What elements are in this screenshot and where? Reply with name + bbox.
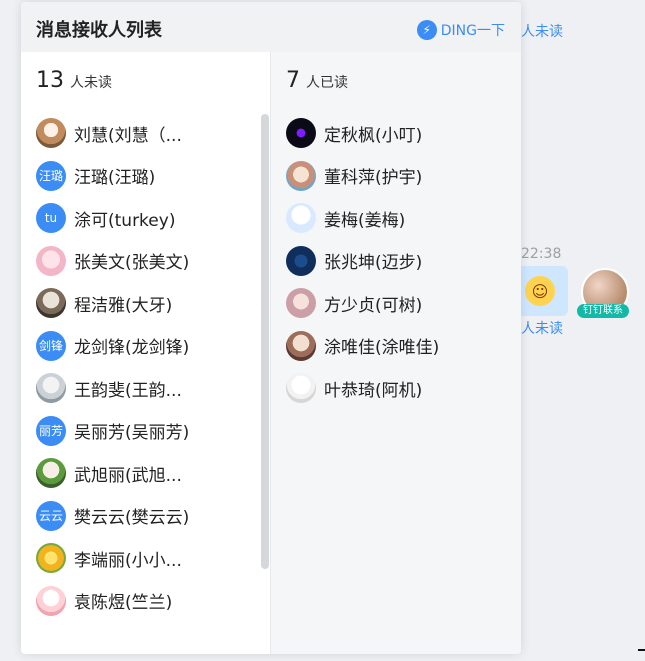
member-name: 王韵斐(王韵... bbox=[74, 380, 182, 401]
list-item[interactable]: 云云 樊云云(樊云云) bbox=[21, 495, 270, 538]
unread-count-header: 13 人未读 bbox=[21, 52, 270, 112]
read-column: 7 人已读 定秋枫(小叮) 董科萍(护宇) 姜梅(姜梅) 张兆坤(迈步) 方少贞… bbox=[271, 52, 521, 654]
member-name: 汪璐(汪璐) bbox=[74, 168, 156, 189]
member-name: 定秋枫(小叮) bbox=[324, 125, 423, 146]
list-item[interactable]: 程洁雅(大牙) bbox=[21, 282, 270, 325]
avatar bbox=[286, 288, 316, 319]
avatar: tu bbox=[36, 203, 66, 234]
avatar bbox=[36, 373, 66, 404]
avatar: 剑锋 bbox=[36, 330, 66, 361]
read-count-header: 7 人已读 bbox=[271, 52, 521, 112]
member-name: 涂唯佳(涂唯佳) bbox=[324, 338, 440, 359]
avatar bbox=[286, 160, 316, 191]
avatar bbox=[286, 203, 316, 234]
list-item[interactable]: 董科萍(护宇) bbox=[271, 155, 521, 198]
avatar bbox=[286, 118, 316, 149]
member-name: 程洁雅(大牙) bbox=[74, 295, 173, 316]
avatar: 丽芳 bbox=[36, 415, 66, 446]
avatar bbox=[36, 288, 66, 319]
member-name: 樊云云(樊云云) bbox=[74, 508, 190, 529]
unread-list: 刘慧(刘慧（... 汪璐 汪璐(汪璐) tu 涂可(turkey) 张美文(张美… bbox=[21, 112, 270, 622]
member-name: 张美文(张美文) bbox=[74, 253, 190, 274]
avatar: 云云 bbox=[36, 500, 66, 531]
list-item[interactable]: 剑锋 龙剑锋(龙剑锋) bbox=[21, 325, 270, 368]
read-count: 7 bbox=[286, 68, 300, 93]
list-item[interactable]: 方少贞(可树) bbox=[271, 282, 521, 325]
member-name: 李端丽(小小... bbox=[74, 550, 182, 571]
list-item[interactable]: 袁陈煜(竺兰) bbox=[21, 580, 270, 623]
member-name: 董科萍(护宇) bbox=[324, 168, 423, 189]
list-item[interactable]: 丽芳 吴丽芳(吴丽芳) bbox=[21, 410, 270, 453]
ding-button[interactable]: ⚡ DING一下 bbox=[416, 20, 505, 40]
unread-column: 13 人未读 刘慧(刘慧（... 汪璐 汪璐(汪璐) tu 涂可(turkey) bbox=[21, 52, 271, 654]
status-badge: 钉钉联系 bbox=[577, 304, 629, 318]
list-item[interactable]: 武旭丽(武旭... bbox=[21, 452, 270, 495]
member-name: 刘慧(刘慧（... bbox=[74, 125, 182, 146]
background-time: 22:38 bbox=[521, 246, 562, 262]
receiver-list-popup: 消息接收人列表 ⚡ DING一下 13 人未读 刘慧(刘慧（... 汪璐 汪璐(… bbox=[21, 2, 521, 654]
avatar bbox=[36, 543, 66, 574]
list-item[interactable]: 涂唯佳(涂唯佳) bbox=[271, 325, 521, 368]
member-name: 叶恭琦(阿机) bbox=[324, 380, 423, 401]
avatar bbox=[286, 373, 316, 404]
list-item[interactable]: 张美文(张美文) bbox=[21, 240, 270, 283]
emoji-icon: ☺ bbox=[525, 276, 555, 306]
popup-title: 消息接收人列表 bbox=[36, 20, 162, 41]
avatar bbox=[36, 458, 66, 489]
avatar bbox=[36, 118, 66, 149]
receiver-columns: 13 人未读 刘慧(刘慧（... 汪璐 汪璐(汪璐) tu 涂可(turkey) bbox=[21, 52, 521, 654]
member-name: 武旭丽(武旭... bbox=[74, 465, 182, 486]
member-name: 涂可(turkey) bbox=[74, 210, 176, 231]
member-name: 袁陈煜(竺兰) bbox=[74, 593, 173, 614]
background-unread-label: 人未读 bbox=[521, 321, 563, 337]
list-item[interactable]: 王韵斐(王韵... bbox=[21, 367, 270, 410]
popup-header: 消息接收人列表 ⚡ DING一下 bbox=[21, 2, 521, 52]
list-item[interactable]: 定秋枫(小叮) bbox=[271, 112, 521, 155]
member-name: 方少贞(可树) bbox=[324, 295, 423, 316]
unread-label: 人未读 bbox=[70, 75, 112, 91]
member-name: 张兆坤(迈步) bbox=[324, 253, 423, 274]
list-item[interactable]: 汪璐 汪璐(汪璐) bbox=[21, 155, 270, 198]
member-name: 龙剑锋(龙剑锋) bbox=[74, 338, 190, 359]
member-name: 吴丽芳(吴丽芳) bbox=[74, 423, 190, 444]
list-item[interactable]: 李端丽(小小... bbox=[21, 537, 270, 580]
background-unread-label: 人未读 bbox=[521, 24, 563, 40]
ding-label: DING一下 bbox=[440, 23, 505, 39]
lightning-icon: ⚡ bbox=[416, 20, 437, 40]
avatar: 汪璐 bbox=[36, 160, 66, 191]
avatar bbox=[286, 245, 316, 276]
unread-count: 13 bbox=[36, 68, 64, 93]
avatar bbox=[286, 330, 316, 361]
divider bbox=[638, 649, 645, 651]
list-item[interactable]: tu 涂可(turkey) bbox=[21, 197, 270, 240]
member-name: 姜梅(姜梅) bbox=[324, 210, 406, 231]
list-item[interactable]: 张兆坤(迈步) bbox=[271, 240, 521, 283]
read-label: 人已读 bbox=[306, 75, 348, 91]
unread-scrollbar[interactable] bbox=[261, 114, 269, 569]
list-item[interactable]: 姜梅(姜梅) bbox=[271, 197, 521, 240]
list-item[interactable]: 叶恭琦(阿机) bbox=[271, 367, 521, 410]
avatar bbox=[36, 245, 66, 276]
list-item[interactable]: 刘慧(刘慧（... bbox=[21, 112, 270, 155]
read-list: 定秋枫(小叮) 董科萍(护宇) 姜梅(姜梅) 张兆坤(迈步) 方少贞(可树) 涂… bbox=[271, 112, 521, 410]
avatar bbox=[36, 585, 66, 616]
